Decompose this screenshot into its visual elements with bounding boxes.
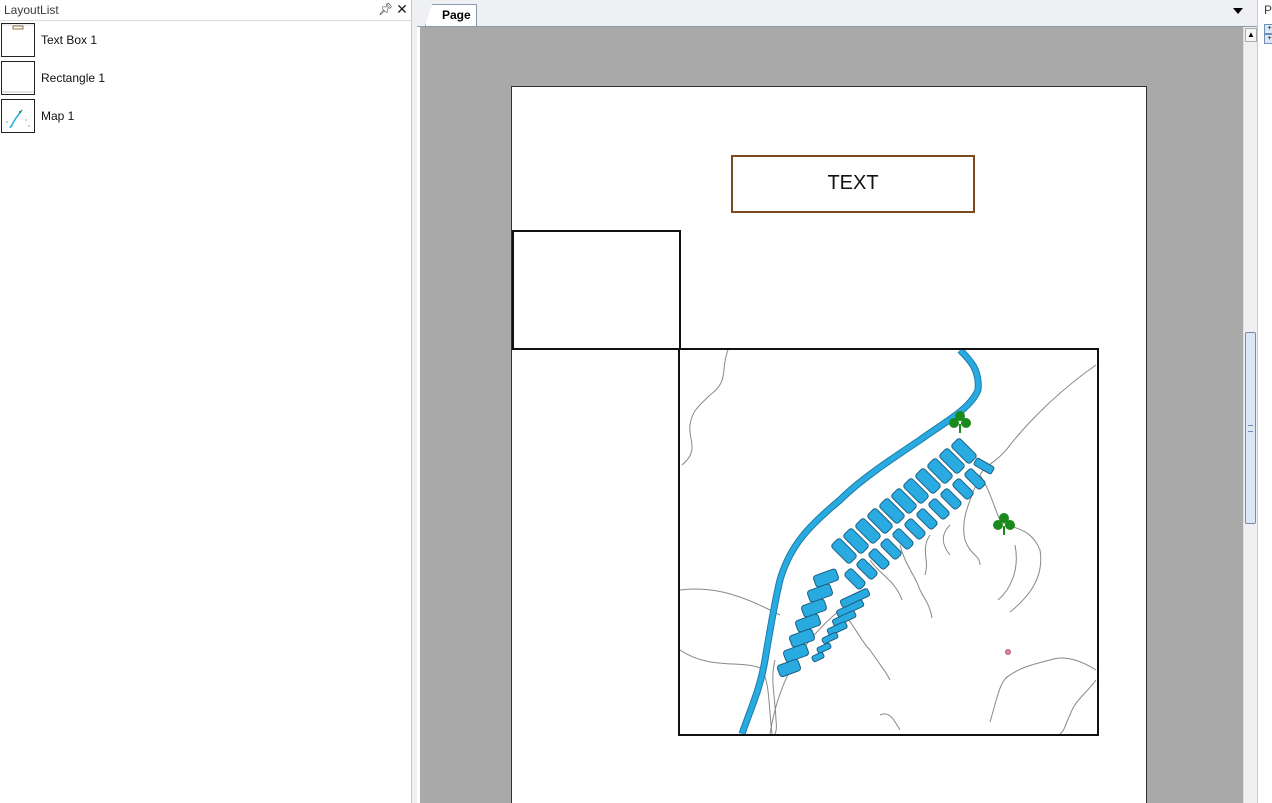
text-box-thumbnail-icon (1, 23, 35, 57)
layout-map-frame[interactable] (678, 348, 1099, 736)
tree-icon (993, 513, 1015, 535)
layout-page[interactable]: TEXT (511, 86, 1147, 803)
layout-rectangle[interactable] (512, 230, 681, 350)
layout-item-label: Rectangle 1 (41, 71, 106, 85)
map-graphic (680, 350, 1097, 734)
properties-panel-edge: P + + (1257, 0, 1272, 803)
text-box-content: TEXT (827, 172, 879, 194)
map-thumbnail-icon (1, 99, 35, 133)
tab-list-dropdown-icon[interactable] (1233, 8, 1243, 14)
scroll-up-arrow-icon[interactable]: ▲ (1245, 28, 1257, 42)
layout-item-map[interactable]: Map 1 (0, 98, 405, 134)
expand-icon[interactable]: + (1264, 24, 1272, 34)
tab-page-label: Page (442, 8, 471, 22)
document-tab-strip: Page (417, 0, 1257, 27)
document-area: Page TEXT ▲ (417, 0, 1257, 803)
layout-item-text-box[interactable]: Text Box 1 (0, 22, 405, 58)
collapse-icon[interactable]: + (1264, 34, 1272, 44)
right-panel-title: P (1264, 3, 1272, 17)
point-marker-icon (1005, 649, 1011, 655)
close-icon[interactable]: ✕ (395, 2, 409, 16)
layout-item-label: Text Box 1 (41, 33, 98, 47)
layout-canvas[interactable]: TEXT (420, 27, 1243, 803)
layout-list-panel: LayoutList 📌︎ ✕ Text Box 1 Rectangle 1 M… (0, 0, 412, 803)
pin-icon[interactable]: 📌︎ (378, 2, 393, 16)
rectangle-thumbnail-icon (1, 61, 35, 95)
vertical-scrollbar[interactable]: ▲ (1243, 27, 1257, 803)
layout-list-title: LayoutList (4, 3, 59, 17)
layout-item-rectangle[interactable]: Rectangle 1 (0, 60, 405, 96)
layout-list-titlebar: LayoutList 📌︎ ✕ (0, 0, 411, 21)
layout-item-label: Map 1 (41, 109, 75, 123)
scrollbar-thumb[interactable] (1245, 332, 1256, 524)
layout-text-box[interactable]: TEXT (731, 155, 975, 213)
tab-page[interactable]: Page (425, 4, 477, 26)
